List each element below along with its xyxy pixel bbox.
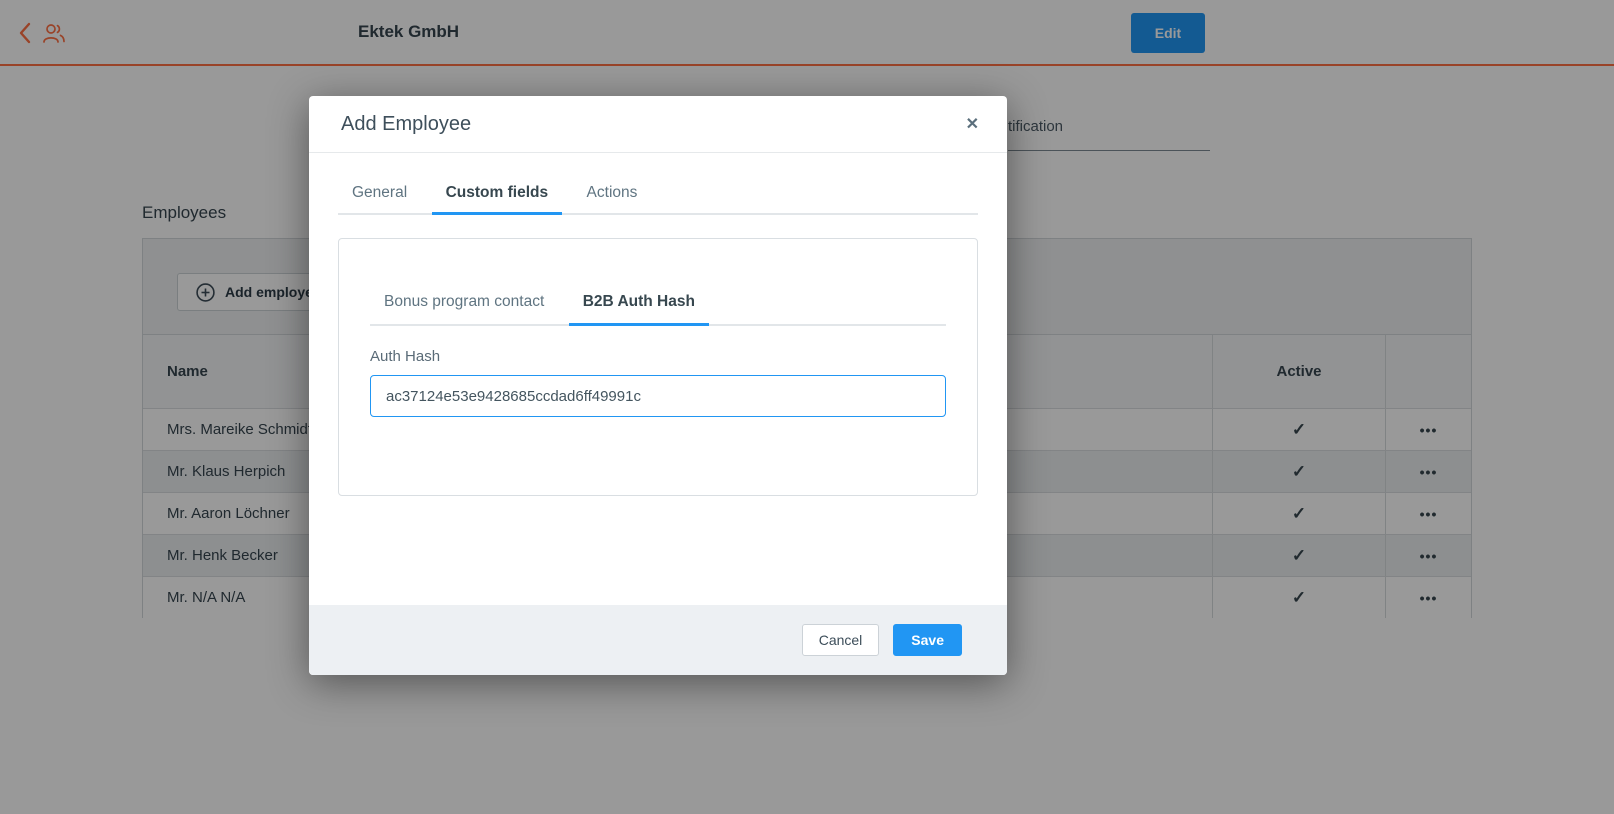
custom-fields-subtabbar: Bonus program contact B2B Auth Hash (370, 281, 946, 326)
save-button[interactable]: Save (893, 624, 962, 656)
cancel-button[interactable]: Cancel (802, 624, 880, 656)
auth-hash-input[interactable] (370, 375, 946, 417)
dialog-title: Add Employee (341, 113, 471, 136)
dialog-header: Add Employee ✕ (309, 96, 1007, 153)
subtab-bonus-program-contact[interactable]: Bonus program contact (370, 281, 558, 326)
tab-actions[interactable]: Actions (573, 174, 652, 215)
tab-general[interactable]: General (338, 174, 421, 215)
close-icon[interactable]: ✕ (966, 114, 979, 134)
add-employee-dialog: Add Employee ✕ General Custom fields Act… (309, 96, 1007, 675)
subtab-b2b-auth-hash[interactable]: B2B Auth Hash (569, 281, 709, 326)
app-page: Ektek GmbH Edit tification Employees Add… (0, 0, 1614, 814)
auth-hash-label: Auth Hash (370, 348, 946, 365)
dialog-tabbar: General Custom fields Actions (338, 153, 978, 215)
dialog-footer: Cancel Save (309, 605, 1007, 675)
tab-custom-fields[interactable]: Custom fields (432, 174, 562, 215)
custom-fields-card: Bonus program contact B2B Auth Hash Auth… (338, 238, 978, 496)
